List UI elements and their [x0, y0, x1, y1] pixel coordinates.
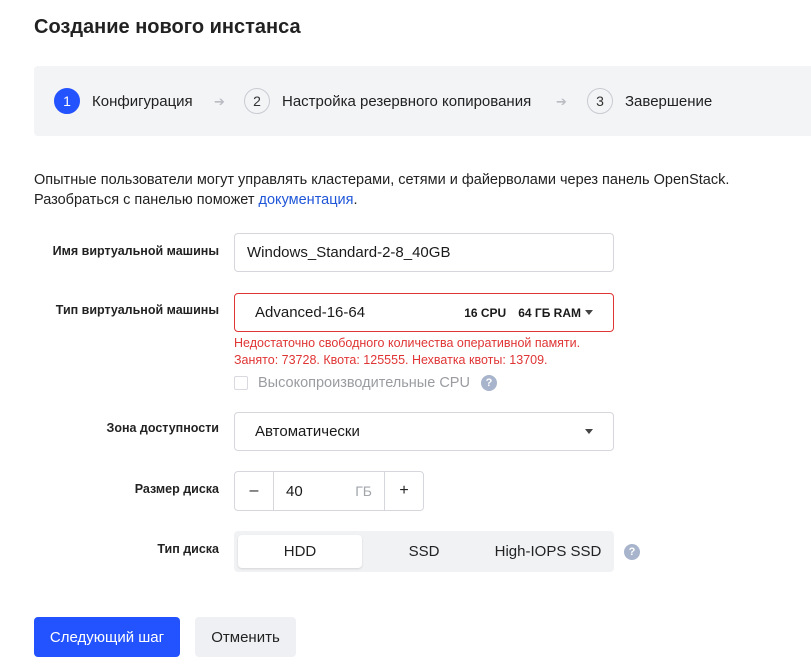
- vm-type-value: Advanced-16-64: [255, 304, 366, 321]
- intro-text: Опытные пользователи могут управлять кла…: [34, 170, 794, 210]
- disk-size-input[interactable]: 40 ГБ: [273, 472, 385, 510]
- vm-type-label: Тип виртуальной машины: [55, 303, 219, 317]
- vm-name-input[interactable]: Windows_Standard-2-8_40GB: [234, 233, 614, 272]
- high-performance-cpu-label: Высокопроизводительные CPU: [258, 375, 470, 391]
- chevron-down-icon: [585, 310, 593, 315]
- disk-size-label: Размер диска: [134, 482, 219, 496]
- disk-type-ssd[interactable]: SSD: [362, 535, 486, 568]
- disk-size-value: 40: [286, 482, 303, 500]
- arrow-right-icon: ➔: [214, 94, 225, 109]
- high-performance-cpu-checkbox[interactable]: [234, 376, 248, 390]
- vm-type-error-line-1: Недостаточно свободного количества опера…: [234, 336, 581, 350]
- cancel-button[interactable]: Отменить: [195, 617, 296, 657]
- step-number: 2: [244, 88, 270, 114]
- chevron-down-icon: [585, 429, 593, 434]
- vm-type-error: Недостаточно свободного количества опера…: [234, 335, 624, 369]
- step-number: 1: [54, 88, 80, 114]
- step-number: 3: [587, 88, 613, 114]
- increment-button[interactable]: +: [385, 472, 423, 510]
- disk-type-high-iops-ssd[interactable]: High-IOPS SSD: [486, 535, 610, 568]
- step-label: Настройка резервного копирования: [282, 92, 532, 110]
- vm-type-cpu: 16 CPU: [464, 305, 507, 320]
- wizard-stepper: 1 Конфигурация ➔ 2 Настройка резервного …: [34, 66, 811, 136]
- step-label: Конфигурация: [92, 92, 193, 110]
- availability-zone-select[interactable]: Автоматически: [234, 412, 614, 451]
- disk-size-unit: ГБ: [355, 483, 372, 499]
- step-label: Завершение: [625, 92, 713, 110]
- vm-type-select[interactable]: Advanced-16-64 16 CPU 64 ГБ RAM: [234, 293, 614, 332]
- disk-type-hdd[interactable]: HDD: [238, 535, 362, 568]
- intro-line-2-prefix: Разобраться с панелью поможет: [34, 192, 259, 208]
- decrement-button[interactable]: –: [235, 472, 273, 510]
- step-backup-settings[interactable]: 2 Настройка резервного копирования: [244, 88, 531, 114]
- high-performance-cpu-option: Высокопроизводительные CPU ?: [234, 374, 497, 392]
- page-title: Создание нового инстанса: [34, 16, 301, 38]
- vm-name-label: Имя виртуальной машины: [52, 244, 219, 258]
- question-circle-icon[interactable]: ?: [624, 544, 640, 560]
- intro-line-2: Разобраться с панелью поможет документац…: [34, 190, 794, 210]
- availability-zone-value: Автоматически: [255, 423, 360, 440]
- step-finish[interactable]: 3 Завершение: [587, 88, 712, 114]
- disk-type-selector: HDD SSD High-IOPS SSD: [234, 531, 614, 572]
- disk-size-stepper: – 40 ГБ +: [234, 471, 424, 511]
- vm-type-ram: 64 ГБ RAM: [518, 305, 581, 320]
- step-configuration[interactable]: 1 Конфигурация: [54, 88, 193, 114]
- availability-zone-label: Зона доступности: [106, 421, 219, 435]
- question-circle-icon[interactable]: ?: [480, 375, 497, 391]
- intro-line-1: Опытные пользователи могут управлять кла…: [34, 172, 730, 188]
- next-step-button[interactable]: Следующий шаг: [34, 617, 180, 657]
- disk-type-label: Тип диска: [157, 542, 219, 556]
- arrow-right-icon: ➔: [556, 94, 567, 109]
- intro-line-2-suffix: .: [353, 192, 358, 208]
- documentation-link[interactable]: документация: [259, 192, 354, 208]
- vm-type-error-line-2: Занято: 73728. Квота: 125555. Нехватка к…: [234, 353, 548, 367]
